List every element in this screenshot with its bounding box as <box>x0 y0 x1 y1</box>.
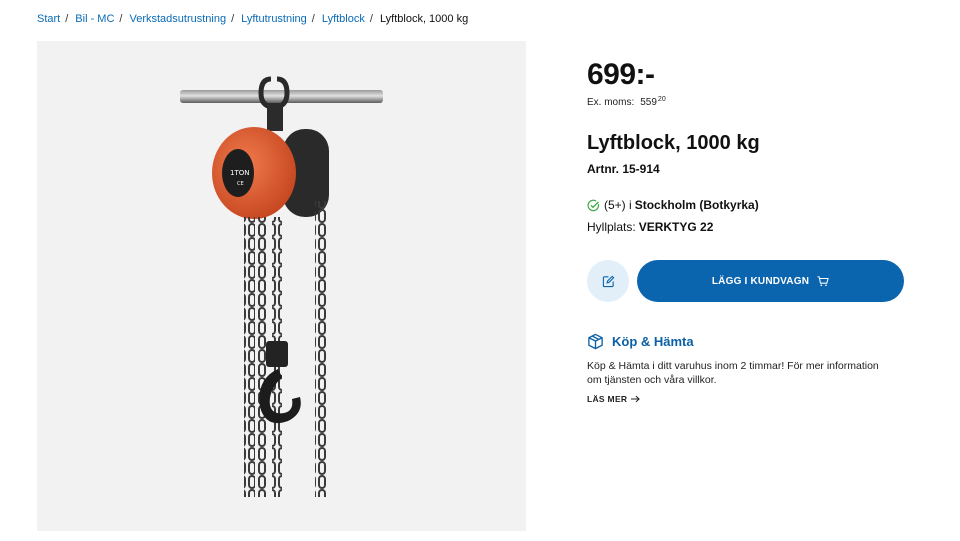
stock-count: (5+) i <box>604 198 632 212</box>
product-title: Lyftblock, 1000 kg <box>587 132 760 154</box>
add-note-button[interactable] <box>587 260 629 302</box>
click-and-collect-title: Köp & Hämta <box>612 334 694 349</box>
breadcrumb-verkstadsutrustning[interactable]: Verkstadsutrustning <box>129 13 226 25</box>
hoist-capacity-label: 1TON <box>230 169 249 177</box>
breadcrumb-separator: / <box>231 13 235 25</box>
breadcrumb-separator: / <box>65 13 69 25</box>
stock-status[interactable]: (5+) i Stockholm (Botkyrka) <box>587 198 759 212</box>
ex-vat-label: Ex. moms: <box>587 97 635 108</box>
chain-hoist-image: 1TON CE <box>180 76 383 497</box>
check-circle-icon <box>587 199 600 211</box>
breadcrumb-bil-mc[interactable]: Bil - MC <box>75 13 114 25</box>
arrow-right-icon <box>631 395 641 403</box>
breadcrumb-start[interactable]: Start <box>37 13 60 25</box>
read-more-label: LÄS MER <box>587 394 628 404</box>
ex-vat-cents: 20 <box>657 96 666 103</box>
article-number: Artnr. 15-914 <box>587 162 660 176</box>
product-price: 699:- <box>587 58 655 91</box>
breadcrumb-separator: / <box>369 13 373 25</box>
add-to-cart-label: LÄGG I KUNDVAGN <box>711 275 810 287</box>
box-icon <box>588 333 603 350</box>
shelf-label: Hyllplats: <box>587 220 636 234</box>
breadcrumb-lyftutrustning[interactable]: Lyftutrustning <box>241 13 307 25</box>
hoist-ce-mark: CE <box>237 181 244 187</box>
ex-vat-value: 559 <box>640 97 657 108</box>
stock-store: Stockholm (Botkyrka) <box>634 198 759 212</box>
click-and-collect-heading: Köp & Hämta <box>587 333 694 350</box>
breadcrumb-separator: / <box>119 13 123 25</box>
cart-icon <box>817 275 829 286</box>
click-and-collect-text: Köp & Hämta i ditt varuhus inom 2 timmar… <box>587 360 879 386</box>
product-image[interactable]: 1TON CE <box>37 41 526 531</box>
breadcrumb-separator: / <box>311 13 315 25</box>
read-more-link[interactable]: LÄS MER <box>587 394 641 404</box>
price-ex-vat: Ex. moms: 55920 <box>587 96 666 108</box>
shelf-location: Hyllplats: VERKTYG 22 <box>587 220 713 234</box>
breadcrumb-current: Lyftblock, 1000 kg <box>379 13 469 25</box>
breadcrumb-lyftblock[interactable]: Lyftblock <box>322 13 365 25</box>
edit-icon <box>602 275 614 287</box>
shelf-value: VERKTYG 22 <box>638 220 714 234</box>
breadcrumb: Start / Bil - MC / Verkstadsutrustning / Ly… <box>37 13 468 25</box>
add-to-cart-button[interactable]: LÄGG I KUNDVAGN <box>637 260 904 302</box>
